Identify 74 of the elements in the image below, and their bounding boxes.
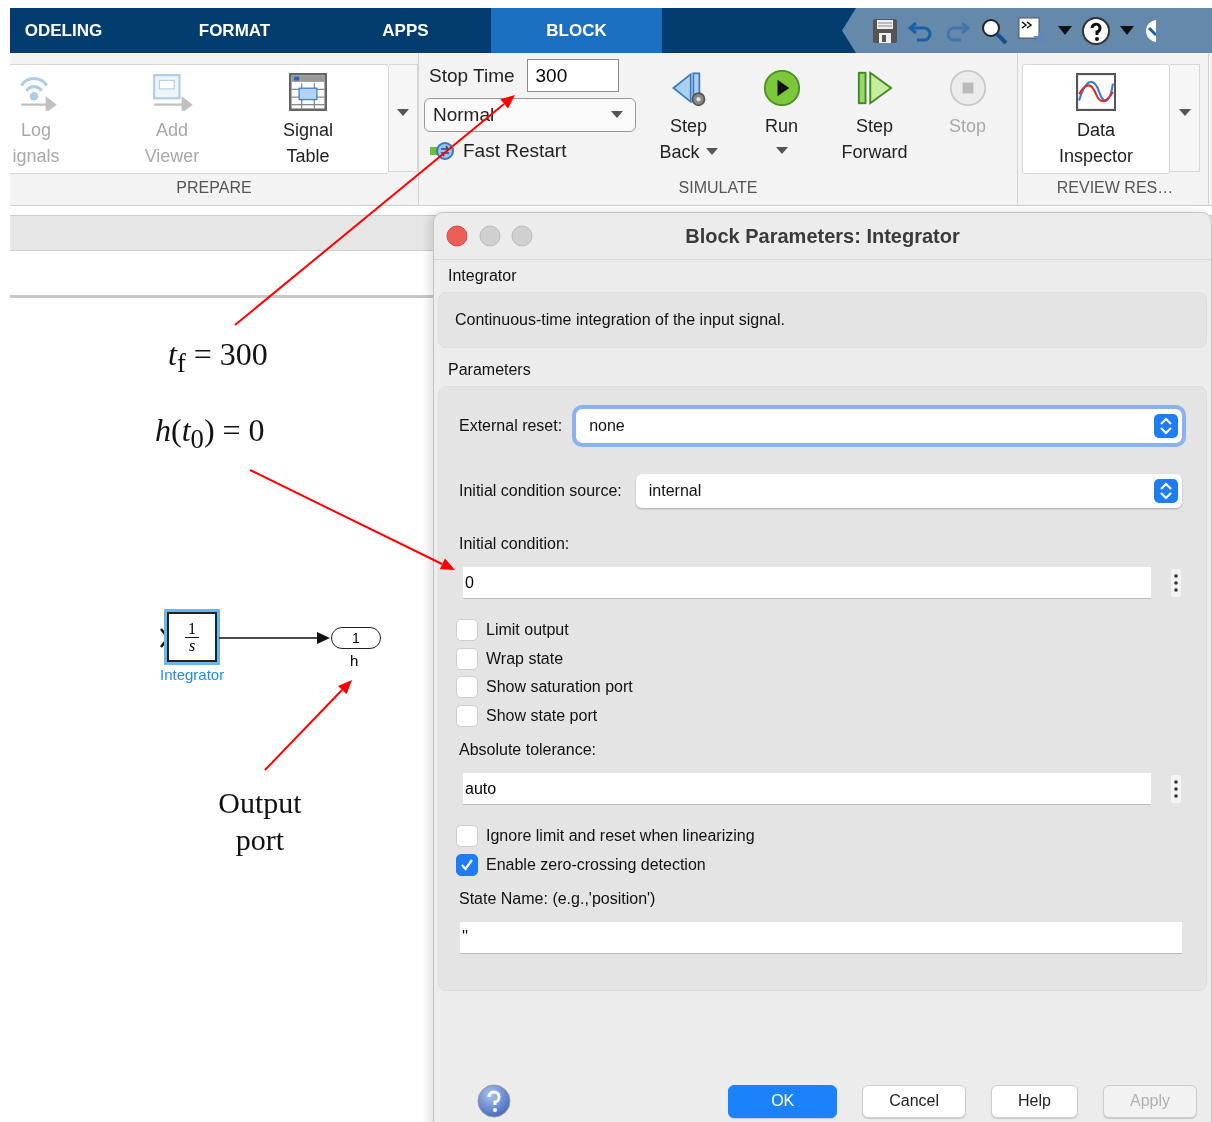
field-label: Absolute tolerance:: [459, 740, 597, 761]
equation: h(t$_{0}$) = 0: [155, 412, 265, 456]
step-forward-button[interactable]: Step Forward: [828, 59, 921, 165]
search-icon[interactable]: [980, 16, 1008, 45]
stop-time-label: Stop Time: [429, 64, 515, 87]
ribbon-tab[interactable]: APPS: [320, 8, 491, 53]
caret-icon: [611, 111, 623, 119]
help-icon[interactable]: [1082, 16, 1110, 45]
run-button[interactable]: Run: [735, 59, 828, 155]
text-field[interactable]: auto: [463, 773, 1151, 806]
checkbox-label: Wrap state: [486, 649, 564, 668]
step-forward-icon: [855, 69, 894, 107]
dialog-button[interactable]: Cancel: [862, 1084, 967, 1118]
section-title: Integrator: [447, 266, 518, 286]
text-field[interactable]: 0: [463, 567, 1151, 600]
ribbon-tab[interactable]: ODELING: [10, 8, 149, 53]
more-icon[interactable]: [1171, 775, 1181, 804]
description-text: Continuous-time integration of the input signal.: [455, 311, 785, 329]
checkbox[interactable]: [456, 824, 478, 847]
play-icon: [762, 69, 801, 107]
field-label: Initial condition source:: [459, 481, 622, 502]
checkbox[interactable]: [456, 705, 478, 728]
stop-time-field[interactable]: 300: [526, 59, 619, 92]
group-title: REVIEW RES…: [1056, 179, 1174, 197]
dialog-title: Block Parameters: Integrator: [685, 224, 960, 248]
more-icon[interactable]: [1171, 569, 1181, 598]
group-title: PREPARE: [176, 179, 252, 197]
stop-icon: [948, 69, 987, 107]
checkbox-label: Enable zero-crossing detection: [486, 855, 706, 874]
caret-icon: [705, 148, 718, 156]
viewer-icon: [150, 73, 194, 111]
table-button[interactable]: Signal Table: [240, 65, 376, 173]
checkbox-label: Show saturation port: [486, 678, 633, 697]
dropdown-icon[interactable]: [1144, 17, 1156, 44]
group-title: SIMULATE: [678, 179, 758, 197]
caret-icon: [397, 109, 409, 117]
checkbox-label: Show state port: [486, 707, 598, 726]
integrator-block[interactable]: 1 s: [167, 612, 217, 662]
field-label: External reset:: [459, 416, 563, 437]
caret-icon[interactable]: [1058, 25, 1072, 36]
stepper-icon: [1154, 479, 1178, 504]
caret-icon: [775, 147, 788, 155]
port-name: h: [350, 652, 359, 669]
annotation-text: Output port: [217, 785, 303, 858]
text-field[interactable]: '': [460, 921, 1182, 954]
field-label: State Name: (e.g.,'position'): [459, 888, 657, 909]
checkbox[interactable]: [456, 618, 478, 641]
window-controls[interactable]: [446, 225, 536, 247]
command-icon[interactable]: [1018, 16, 1048, 45]
checkbox[interactable]: [456, 647, 478, 670]
equation: t$_{f}$ = 300: [168, 336, 268, 380]
step-back-button[interactable]: Step Back: [642, 59, 735, 165]
inspector-button[interactable]: Data Inspector: [1023, 65, 1169, 173]
ribbon-tab[interactable]: FORMAT: [149, 8, 320, 53]
block-name: Integrator: [160, 666, 225, 683]
dropdown[interactable]: internal: [635, 474, 1182, 509]
checkbox-label: Ignore limit and reset when linearizing: [486, 826, 755, 845]
stepper-icon: [1154, 414, 1178, 439]
checkbox-label: Limit output: [486, 620, 569, 639]
fast-restart-button[interactable]: Fast Restart: [463, 140, 567, 162]
checkbox[interactable]: [456, 853, 478, 876]
checkbox[interactable]: [456, 676, 478, 699]
dialog-button[interactable]: OK: [728, 1084, 838, 1118]
ribbon-tab[interactable]: BLOCK: [491, 8, 662, 53]
mode-dropdown[interactable]: Normal: [424, 98, 636, 132]
field-label: Initial condition:: [459, 534, 571, 555]
section-title: Parameters: [447, 360, 532, 380]
dialog-button[interactable]: Help: [991, 1084, 1078, 1118]
restart-icon: [429, 140, 457, 162]
table-icon: [289, 73, 327, 111]
chart-icon: [1075, 73, 1117, 111]
caret-icon[interactable]: [1120, 25, 1134, 36]
save-icon[interactable]: [872, 17, 898, 44]
caret-icon: [1178, 109, 1191, 117]
